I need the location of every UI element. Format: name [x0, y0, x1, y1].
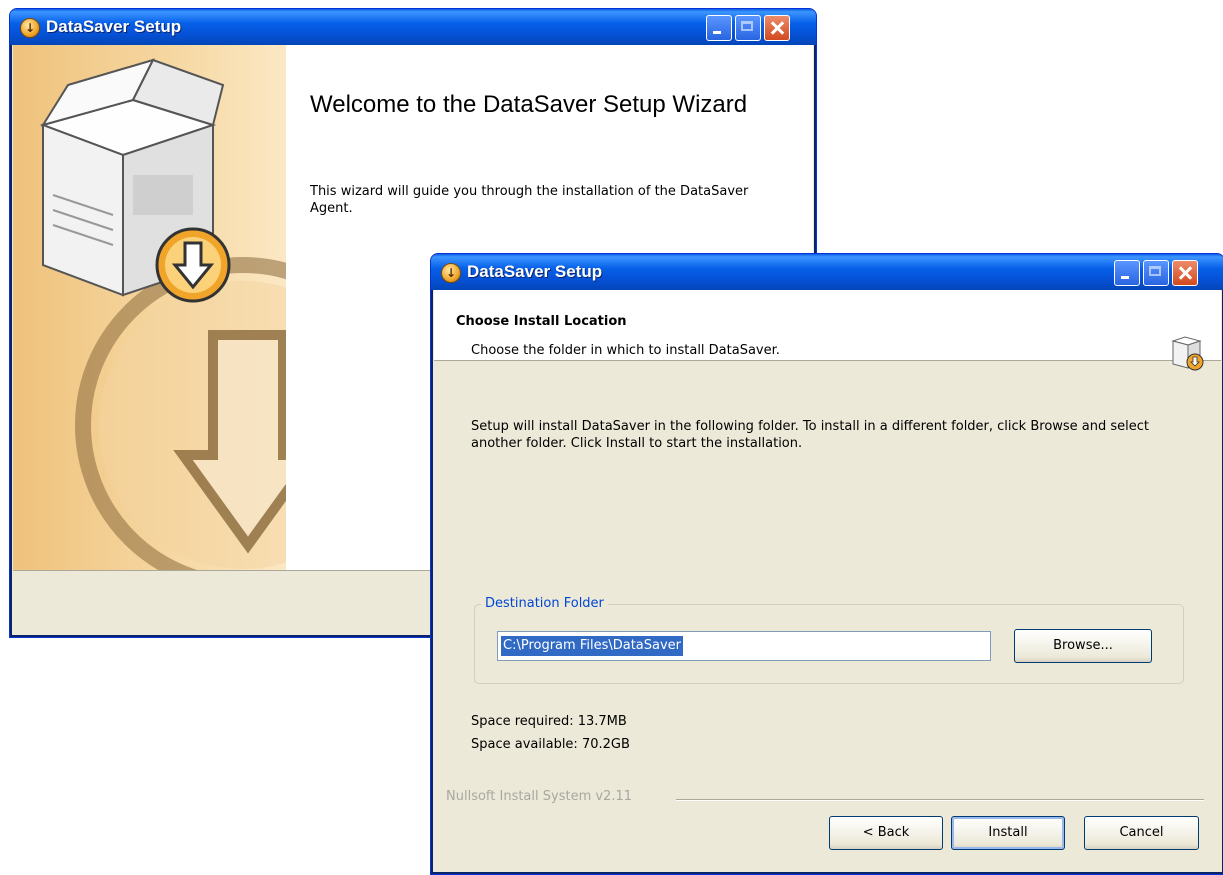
- nsis-branding: Nullsoft Install System v2.11: [446, 789, 633, 804]
- space-required: Space required: 13.7MB: [471, 714, 627, 729]
- download-arrow-icon: [155, 227, 231, 303]
- minimize-icon: [707, 16, 731, 40]
- welcome-heading: Welcome to the DataSaver Setup Wizard: [310, 91, 748, 118]
- minimize-button[interactable]: [706, 15, 732, 41]
- welcome-description: This wizard will guide you through the i…: [310, 184, 749, 216]
- destination-path-value[interactable]: C:\Program Files\DataSaver: [501, 636, 684, 656]
- minimize-icon: [1115, 261, 1139, 285]
- intro-text: Setup will install DataSaver in the foll…: [471, 419, 1150, 451]
- maximize-button: [1143, 260, 1169, 286]
- maximize-button: [735, 15, 761, 41]
- branding-divider: [676, 799, 1204, 801]
- installer-box-icon: [39, 58, 286, 570]
- install-location-window: ↓ DataSaver Setup Choose Install Locatio…: [430, 253, 1223, 875]
- close-icon: [765, 16, 789, 40]
- setup-app-icon: ↓: [20, 18, 40, 38]
- welcome-window-title: DataSaver Setup: [46, 17, 182, 36]
- minimize-button[interactable]: [1114, 260, 1140, 286]
- close-button[interactable]: [1172, 260, 1198, 286]
- install-titlebar[interactable]: ↓ DataSaver Setup: [431, 254, 1223, 290]
- installer-box-icon: [1171, 336, 1204, 371]
- space-available: Space available: 70.2GB: [471, 737, 630, 752]
- welcome-titlebar[interactable]: ↓ DataSaver Setup: [10, 9, 816, 45]
- setup-app-icon: ↓: [441, 263, 461, 283]
- maximize-icon: [1144, 261, 1168, 285]
- install-button[interactable]: Install: [951, 816, 1065, 850]
- browse-button[interactable]: Browse...: [1014, 629, 1152, 663]
- install-window-title: DataSaver Setup: [467, 262, 603, 281]
- maximize-icon: [736, 16, 760, 40]
- destination-folder-label: Destination Folder: [481, 596, 608, 611]
- page-title: Choose Install Location: [456, 314, 627, 329]
- page-subtitle: Choose the folder in which to install Da…: [471, 343, 780, 358]
- close-icon: [1173, 261, 1197, 285]
- close-button[interactable]: [764, 15, 790, 41]
- back-button[interactable]: < Back: [829, 816, 943, 850]
- cancel-button[interactable]: Cancel: [1084, 816, 1199, 850]
- welcome-side-banner: [13, 45, 286, 570]
